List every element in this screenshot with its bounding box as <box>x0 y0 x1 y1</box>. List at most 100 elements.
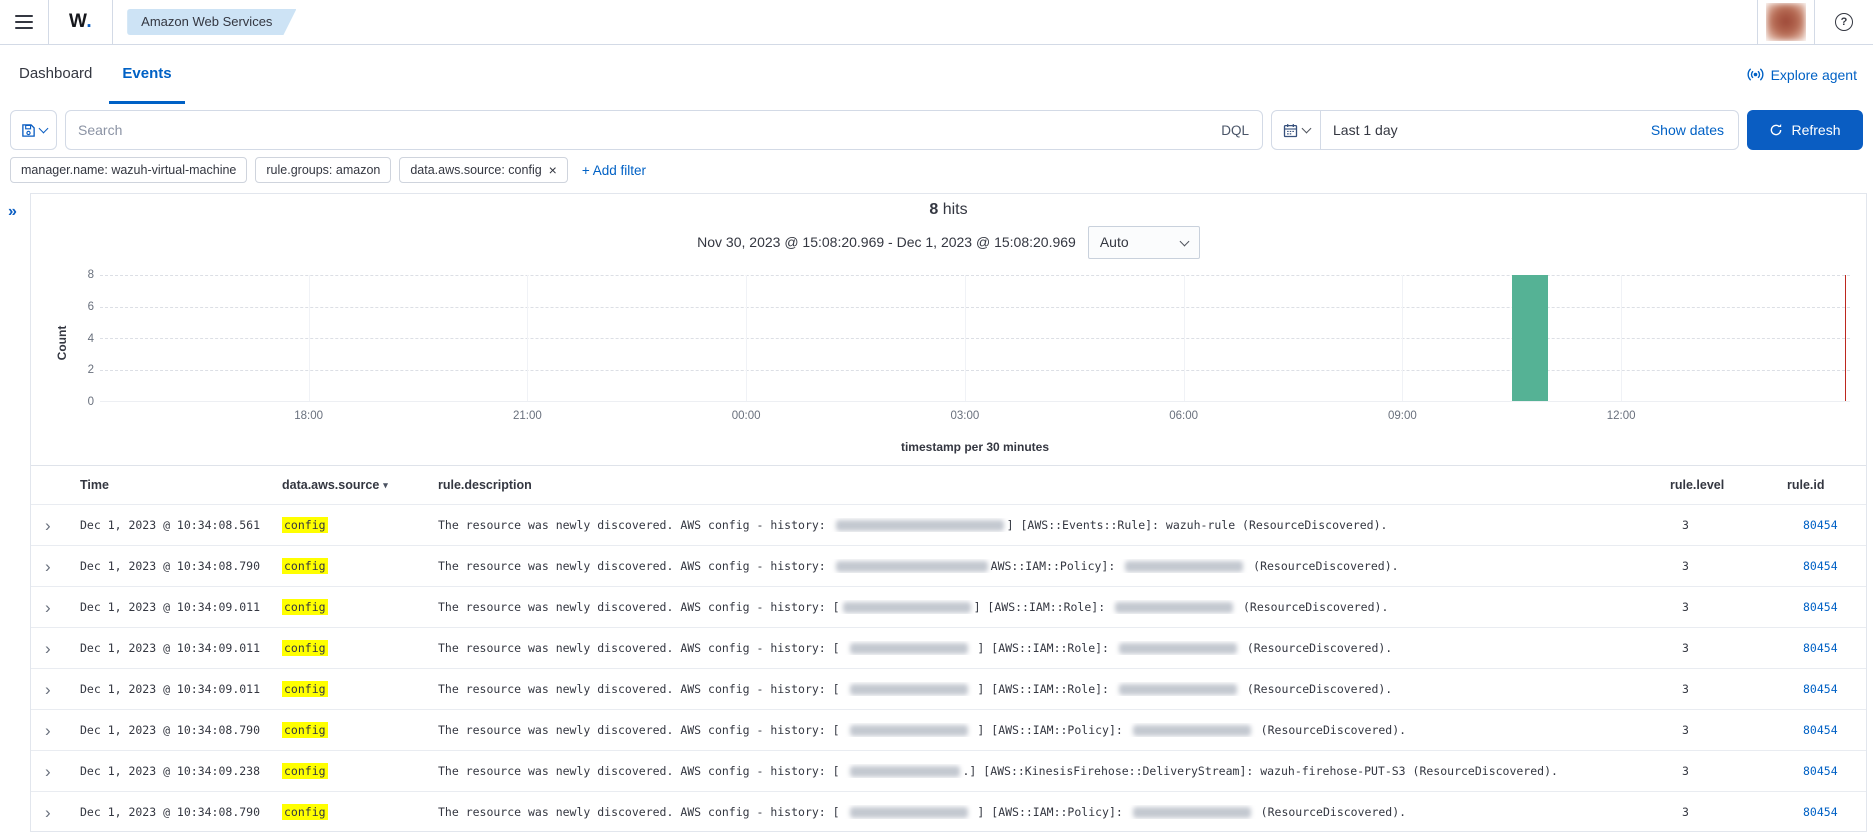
redacted-text <box>843 602 971 613</box>
rule-level-value: 3 <box>1670 641 1689 655</box>
x-gridline <box>965 275 966 401</box>
rule-level-value: 3 <box>1670 559 1689 573</box>
rule-id-link[interactable]: 80454 <box>1787 518 1838 532</box>
rule-level-value: 3 <box>1670 805 1689 819</box>
rule-id-link[interactable]: 80454 <box>1787 641 1838 655</box>
expand-row-icon[interactable]: › <box>45 598 51 617</box>
table-header-row: Time data.aws.source▾ rule.description r… <box>31 466 1866 504</box>
source-cell: config <box>282 559 438 573</box>
filter-pill[interactable]: manager.name: wazuh-virtual-machine <box>10 157 247 183</box>
refresh-button[interactable]: Refresh <box>1747 110 1863 150</box>
highlighted-value: config <box>282 599 328 615</box>
y-gridline <box>100 307 1850 308</box>
rule-level-value: 3 <box>1670 518 1689 532</box>
save-query-button[interactable] <box>10 110 57 150</box>
x-axis-title: timestamp per 30 minutes <box>100 440 1850 454</box>
rule-id-link[interactable]: 80454 <box>1787 682 1838 696</box>
expand-cell: › <box>31 599 80 616</box>
expand-cell: › <box>31 640 80 657</box>
level-cell: 3 <box>1670 723 1787 737</box>
expand-row-icon[interactable]: › <box>45 516 51 535</box>
chevron-down-icon <box>38 123 48 133</box>
redacted-text <box>850 643 968 654</box>
expand-cell: › <box>31 558 80 575</box>
column-header-description[interactable]: rule.description <box>438 478 1670 492</box>
table-row: ›Dec 1, 2023 @ 10:34:09.011configThe res… <box>31 668 1866 709</box>
search-input[interactable] <box>66 122 1208 138</box>
x-gridline <box>1184 275 1185 401</box>
menu-icon[interactable] <box>0 0 48 44</box>
tabs-row: DashboardEvents Explore agent <box>0 45 1873 104</box>
events-table: Time data.aws.source▾ rule.description r… <box>31 465 1866 832</box>
calendar-button[interactable] <box>1272 111 1321 149</box>
filter-pill[interactable]: data.aws.source: config × <box>399 157 568 183</box>
rule-id-link[interactable]: 80454 <box>1787 723 1838 737</box>
tab-dashboard[interactable]: Dashboard <box>6 45 105 104</box>
table-row: ›Dec 1, 2023 @ 10:34:09.011configThe res… <box>31 586 1866 627</box>
rule-level-value: 3 <box>1670 723 1689 737</box>
rule-id-link[interactable]: 80454 <box>1787 559 1838 573</box>
expand-row-icon[interactable]: › <box>45 803 51 822</box>
redacted-text <box>836 561 988 572</box>
source-cell: config <box>282 600 438 614</box>
column-header-source[interactable]: data.aws.source▾ <box>282 478 438 492</box>
table-body: ›Dec 1, 2023 @ 10:34:08.561configThe res… <box>31 504 1866 832</box>
redacted-text <box>850 725 968 736</box>
column-header-level[interactable]: rule.level <box>1670 478 1787 492</box>
redacted-text <box>1119 643 1237 654</box>
date-range-value[interactable]: Last 1 day <box>1321 122 1398 138</box>
histogram-bar[interactable] <box>1512 275 1548 401</box>
time-cell: Dec 1, 2023 @ 10:34:08.790 <box>80 559 282 573</box>
filter-bar: manager.name: wazuh-virtual-machine rule.… <box>10 157 1863 183</box>
expand-cell: › <box>31 804 80 821</box>
help-icon[interactable]: ? <box>1835 13 1853 31</box>
y-tick-label: 6 <box>74 300 94 314</box>
time-cell: Dec 1, 2023 @ 10:34:08.790 <box>80 723 282 737</box>
wazuh-logo[interactable]: W. <box>49 11 112 33</box>
source-cell: config <box>282 641 438 655</box>
filter-pill[interactable]: rule.groups: amazon <box>255 157 391 183</box>
explore-agent-link[interactable]: Explore agent <box>1747 45 1873 104</box>
column-header-id[interactable]: rule.id <box>1787 478 1866 492</box>
rule-id-link[interactable]: 80454 <box>1787 600 1838 614</box>
refresh-icon <box>1769 123 1783 137</box>
show-dates-link[interactable]: Show dates <box>1651 122 1738 138</box>
filter-pill-label: data.aws.source: config <box>410 163 541 177</box>
refresh-label: Refresh <box>1791 122 1840 138</box>
time-cell: Dec 1, 2023 @ 10:34:09.011 <box>80 600 282 614</box>
description-cell: The resource was newly discovered. AWS c… <box>438 559 1670 573</box>
expand-row-icon[interactable]: › <box>45 639 51 658</box>
expand-row-icon[interactable]: › <box>45 680 51 699</box>
collapse-histogram-icon[interactable]: » <box>8 203 17 221</box>
id-cell: 80454 <box>1787 600 1866 614</box>
id-cell: 80454 <box>1787 641 1866 655</box>
breadcrumb[interactable]: Amazon Web Services <box>127 9 296 35</box>
highlighted-value: config <box>282 804 328 820</box>
interval-select[interactable]: Auto <box>1088 226 1200 259</box>
expand-row-icon[interactable]: › <box>45 762 51 781</box>
x-gridline <box>1402 275 1403 401</box>
column-header-time[interactable]: Time <box>80 478 282 492</box>
expand-row-icon[interactable]: › <box>45 721 51 740</box>
highlighted-value: config <box>282 763 328 779</box>
x-tick-label: 06:00 <box>1154 409 1214 423</box>
y-tick-label: 8 <box>74 268 94 282</box>
source-cell: config <box>282 764 438 778</box>
query-language-button[interactable]: DQL <box>1208 123 1262 138</box>
filter-pill-label: manager.name: wazuh-virtual-machine <box>21 163 236 177</box>
expand-row-icon[interactable]: › <box>45 557 51 576</box>
tab-events[interactable]: Events <box>109 45 184 104</box>
x-tick-label: 09:00 <box>1372 409 1432 423</box>
expand-cell: › <box>31 517 80 534</box>
y-axis-title: Count <box>55 298 69 388</box>
add-filter-button[interactable]: + Add filter <box>582 163 646 178</box>
close-filter-icon[interactable]: × <box>549 165 557 175</box>
level-cell: 3 <box>1670 682 1787 696</box>
chevron-down-icon <box>1301 123 1311 133</box>
redacted-text <box>1133 725 1251 736</box>
avatar[interactable] <box>1758 0 1814 44</box>
rule-id-link[interactable]: 80454 <box>1787 764 1838 778</box>
explore-agent-label: Explore agent <box>1771 67 1857 83</box>
time-range-label: Nov 30, 2023 @ 15:08:20.969 - Dec 1, 202… <box>697 234 1076 250</box>
rule-id-link[interactable]: 80454 <box>1787 805 1838 819</box>
